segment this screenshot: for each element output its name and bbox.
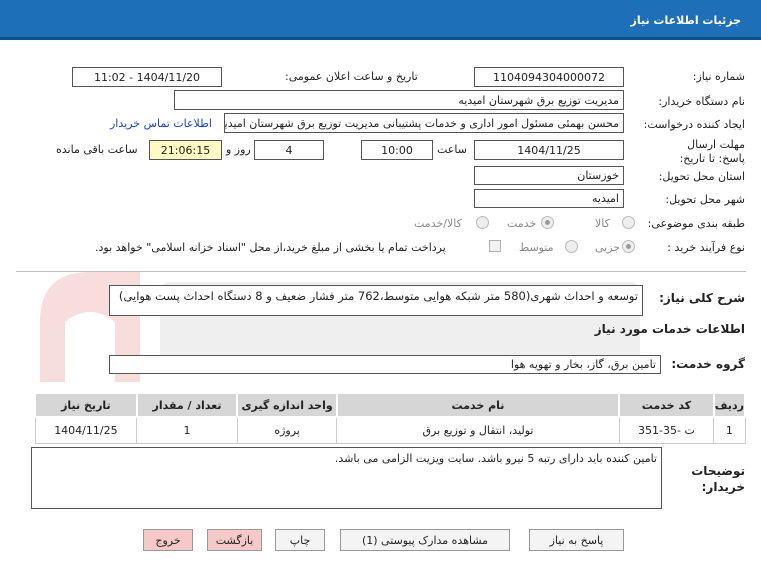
cell-quantity: 1: [136, 416, 238, 444]
cell-unit: پروژه: [236, 416, 338, 444]
category-radio-goods[interactable]: [622, 216, 635, 229]
services-section-title: اطلاعات خدمات مورد نیاز: [594, 322, 745, 336]
service-group-field: تامین برق، گاز، بخار و تهویه هوا: [109, 355, 661, 374]
services-table: ردیف کد خدمت نام خدمت واحد اندازه گیری ت…: [34, 392, 747, 444]
description-label: شرح کلی نیاز:: [659, 291, 745, 305]
city-label: شهر محل تحویل:: [665, 193, 745, 206]
cell-need-date: 1404/11/25: [34, 416, 138, 444]
treasury-payment-checkbox[interactable]: [489, 240, 501, 252]
cell-service-name: تولید، انتقال و توزیع برق: [336, 416, 620, 444]
col-header-service-code: کد خدمت: [618, 392, 715, 418]
requester-label: ایجاد کننده درخواست:: [643, 118, 745, 131]
reply-button[interactable]: پاسخ به نیاز: [529, 529, 624, 551]
province-label: استان محل تحویل:: [658, 170, 745, 183]
col-header-row-number: ردیف: [712, 392, 747, 418]
col-header-unit: واحد اندازه گیری: [236, 392, 338, 418]
category-label: طبقه بندی موضوعی:: [647, 217, 745, 230]
page-title: جزئیات اطلاعات نیاز: [630, 14, 742, 27]
deadline-time-field: 10:00: [361, 140, 433, 160]
exit-button[interactable]: خروج: [143, 529, 193, 551]
remaining-time-field: 21:06:15: [149, 140, 222, 160]
treasury-payment-note: پرداخت تمام یا بخشی از مبلغ خرید،از محل …: [95, 241, 446, 254]
category-option-goods-service: کالا/خدمت: [414, 217, 462, 230]
service-group-label: گروه خدمت:: [671, 357, 745, 371]
col-header-service-name: نام خدمت: [335, 392, 621, 418]
remaining-time-label: ساعت باقی مانده: [56, 143, 138, 156]
category-radio-service[interactable]: [541, 216, 554, 229]
need-number-label: شماره نیاز:: [692, 70, 745, 83]
col-header-need-date: تاریخ نیاز: [34, 392, 138, 418]
print-button[interactable]: چاپ: [275, 529, 325, 551]
requester-field: محسن بهمئی مسئول امور اداری و خدمات پشتی…: [224, 113, 624, 133]
buyer-notes-field: تامین کننده باید دارای رتبه 5 نیرو باشد.…: [31, 447, 662, 509]
section-divider: [16, 271, 746, 272]
buyer-notes-label-line1: توضیحات: [691, 464, 745, 478]
purchase-radio-minor[interactable]: [622, 240, 635, 253]
category-option-service: خدمت: [507, 217, 537, 230]
purchase-option-medium: متوسط: [519, 241, 554, 254]
category-option-goods: کالا: [595, 217, 610, 230]
purchase-type-label: نوع فرآیند خرید :: [667, 241, 745, 254]
purchase-option-minor: جزیی: [595, 241, 621, 254]
purchase-radio-medium[interactable]: [565, 240, 578, 253]
announce-datetime-label: تاریخ و ساعت اعلان عمومی:: [285, 70, 418, 83]
buyer-contact-link[interactable]: اطلاعات تماس خریدار: [110, 117, 212, 130]
deadline-time-label: ساعت: [437, 143, 467, 156]
cell-service-code: ت -35-351: [618, 416, 715, 444]
table-row: 1 ت -35-351 تولید، انتقال و توزیع برق پر…: [34, 416, 746, 444]
remaining-days-field: 4: [254, 140, 324, 160]
buyer-org-label: نام دستگاه خریدار:: [658, 95, 745, 108]
category-radio-goods-service[interactable]: [476, 216, 489, 229]
need-number-field: 1104094304000072: [474, 67, 624, 87]
buyer-org-field: مدیریت توزیع برق شهرستان امیدیه: [174, 90, 624, 110]
deadline-label: مهلت ارسال پاسخ: تا تاریخ:: [679, 138, 745, 165]
announce-datetime-field: 1404/11/20 - 11:02: [72, 67, 222, 87]
province-field: خوزستان: [474, 166, 624, 185]
col-header-quantity: تعداد / مقدار: [135, 392, 239, 418]
remaining-days-label: روز و: [226, 143, 251, 156]
back-button[interactable]: بازگشت: [207, 529, 262, 551]
city-field: امیدیه: [474, 189, 624, 208]
description-field: توسعه و احداث شهری(580 متر شبکه هوایی مت…: [109, 285, 643, 316]
table-header-row: ردیف کد خدمت نام خدمت واحد اندازه گیری ت…: [34, 392, 747, 418]
cell-row-number: 1: [713, 416, 746, 444]
view-attachments-button[interactable]: مشاهده مدارک پیوستی (1): [340, 529, 510, 551]
deadline-date-field: 1404/11/25: [474, 140, 624, 160]
buyer-notes-label-line2: خریدار:: [701, 480, 745, 494]
